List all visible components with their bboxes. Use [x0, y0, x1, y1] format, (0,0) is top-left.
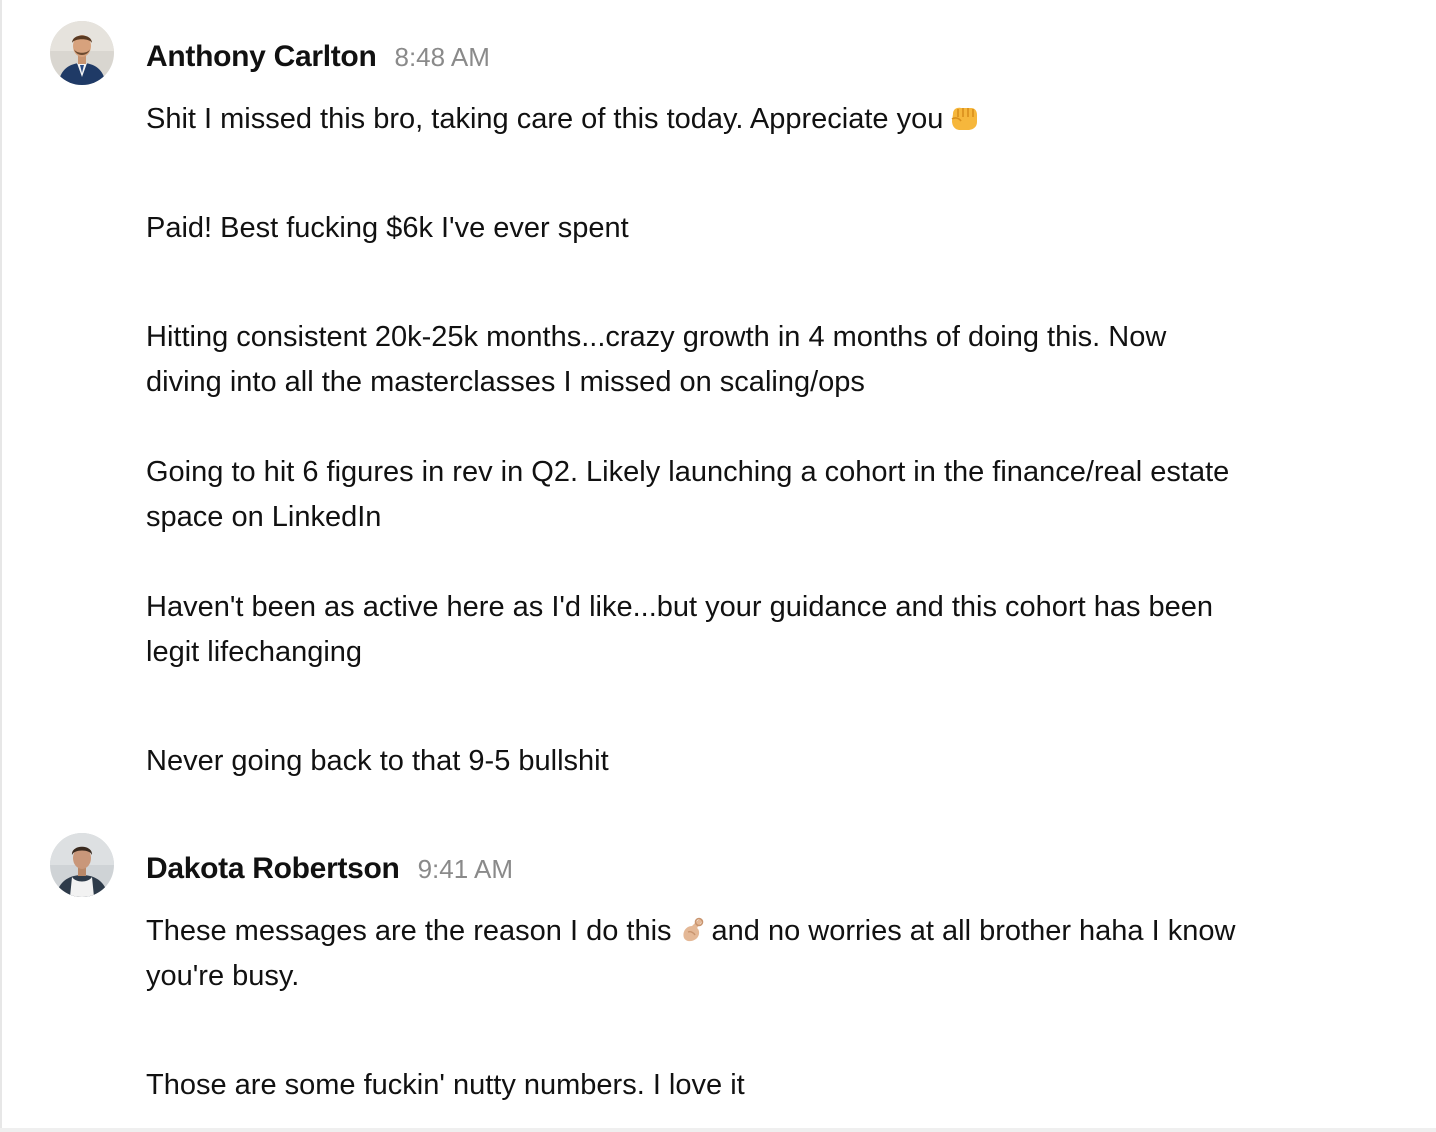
message-line: legit lifechanging	[146, 636, 363, 668]
message-timestamp[interactable]: 8:48 AM	[394, 42, 489, 73]
author-name[interactable]: Anthony Carlton	[146, 40, 377, 74]
author-name[interactable]: Dakota Robertson	[146, 852, 400, 886]
avatar-dakota-robertson[interactable]	[50, 833, 114, 897]
message-line: Shit I missed this bro, taking care of t…	[146, 97, 1366, 142]
message-line: diving into all the masterclasses I miss…	[146, 366, 865, 398]
message-line: Haven't been as active here as I'd like.…	[146, 591, 1214, 623]
message-line: Paid! Best fucking $6k I've ever spent	[146, 212, 629, 244]
message-text: and no worries at all brother haha I kno…	[711, 915, 1236, 947]
message-line: you're busy.	[146, 960, 300, 992]
message-timestamp[interactable]: 9:41 AM	[418, 854, 513, 885]
left-border	[0, 0, 2, 1132]
message-line: Never going back to that 9-5 bullshit	[146, 745, 609, 777]
message-line: Hitting consistent 20k-25k months...craz…	[146, 321, 1167, 353]
fist-bump-emoji-icon	[949, 104, 979, 132]
bottom-border	[0, 1128, 1436, 1132]
message-line: Going to hit 6 figures in rev in Q2. Lik…	[146, 456, 1230, 488]
message-line: Those are some fuckin' nutty numbers. I …	[146, 1069, 745, 1101]
message-line: space on LinkedIn	[146, 501, 382, 533]
pinched-fingers-emoji-icon	[678, 914, 708, 944]
avatar-anthony-carlton[interactable]	[50, 21, 114, 85]
message-text: These messages are the reason I do this	[146, 915, 672, 947]
message-line: These messages are the reason I do this …	[146, 909, 1366, 954]
message-text: Shit I missed this bro, taking care of t…	[146, 103, 944, 135]
